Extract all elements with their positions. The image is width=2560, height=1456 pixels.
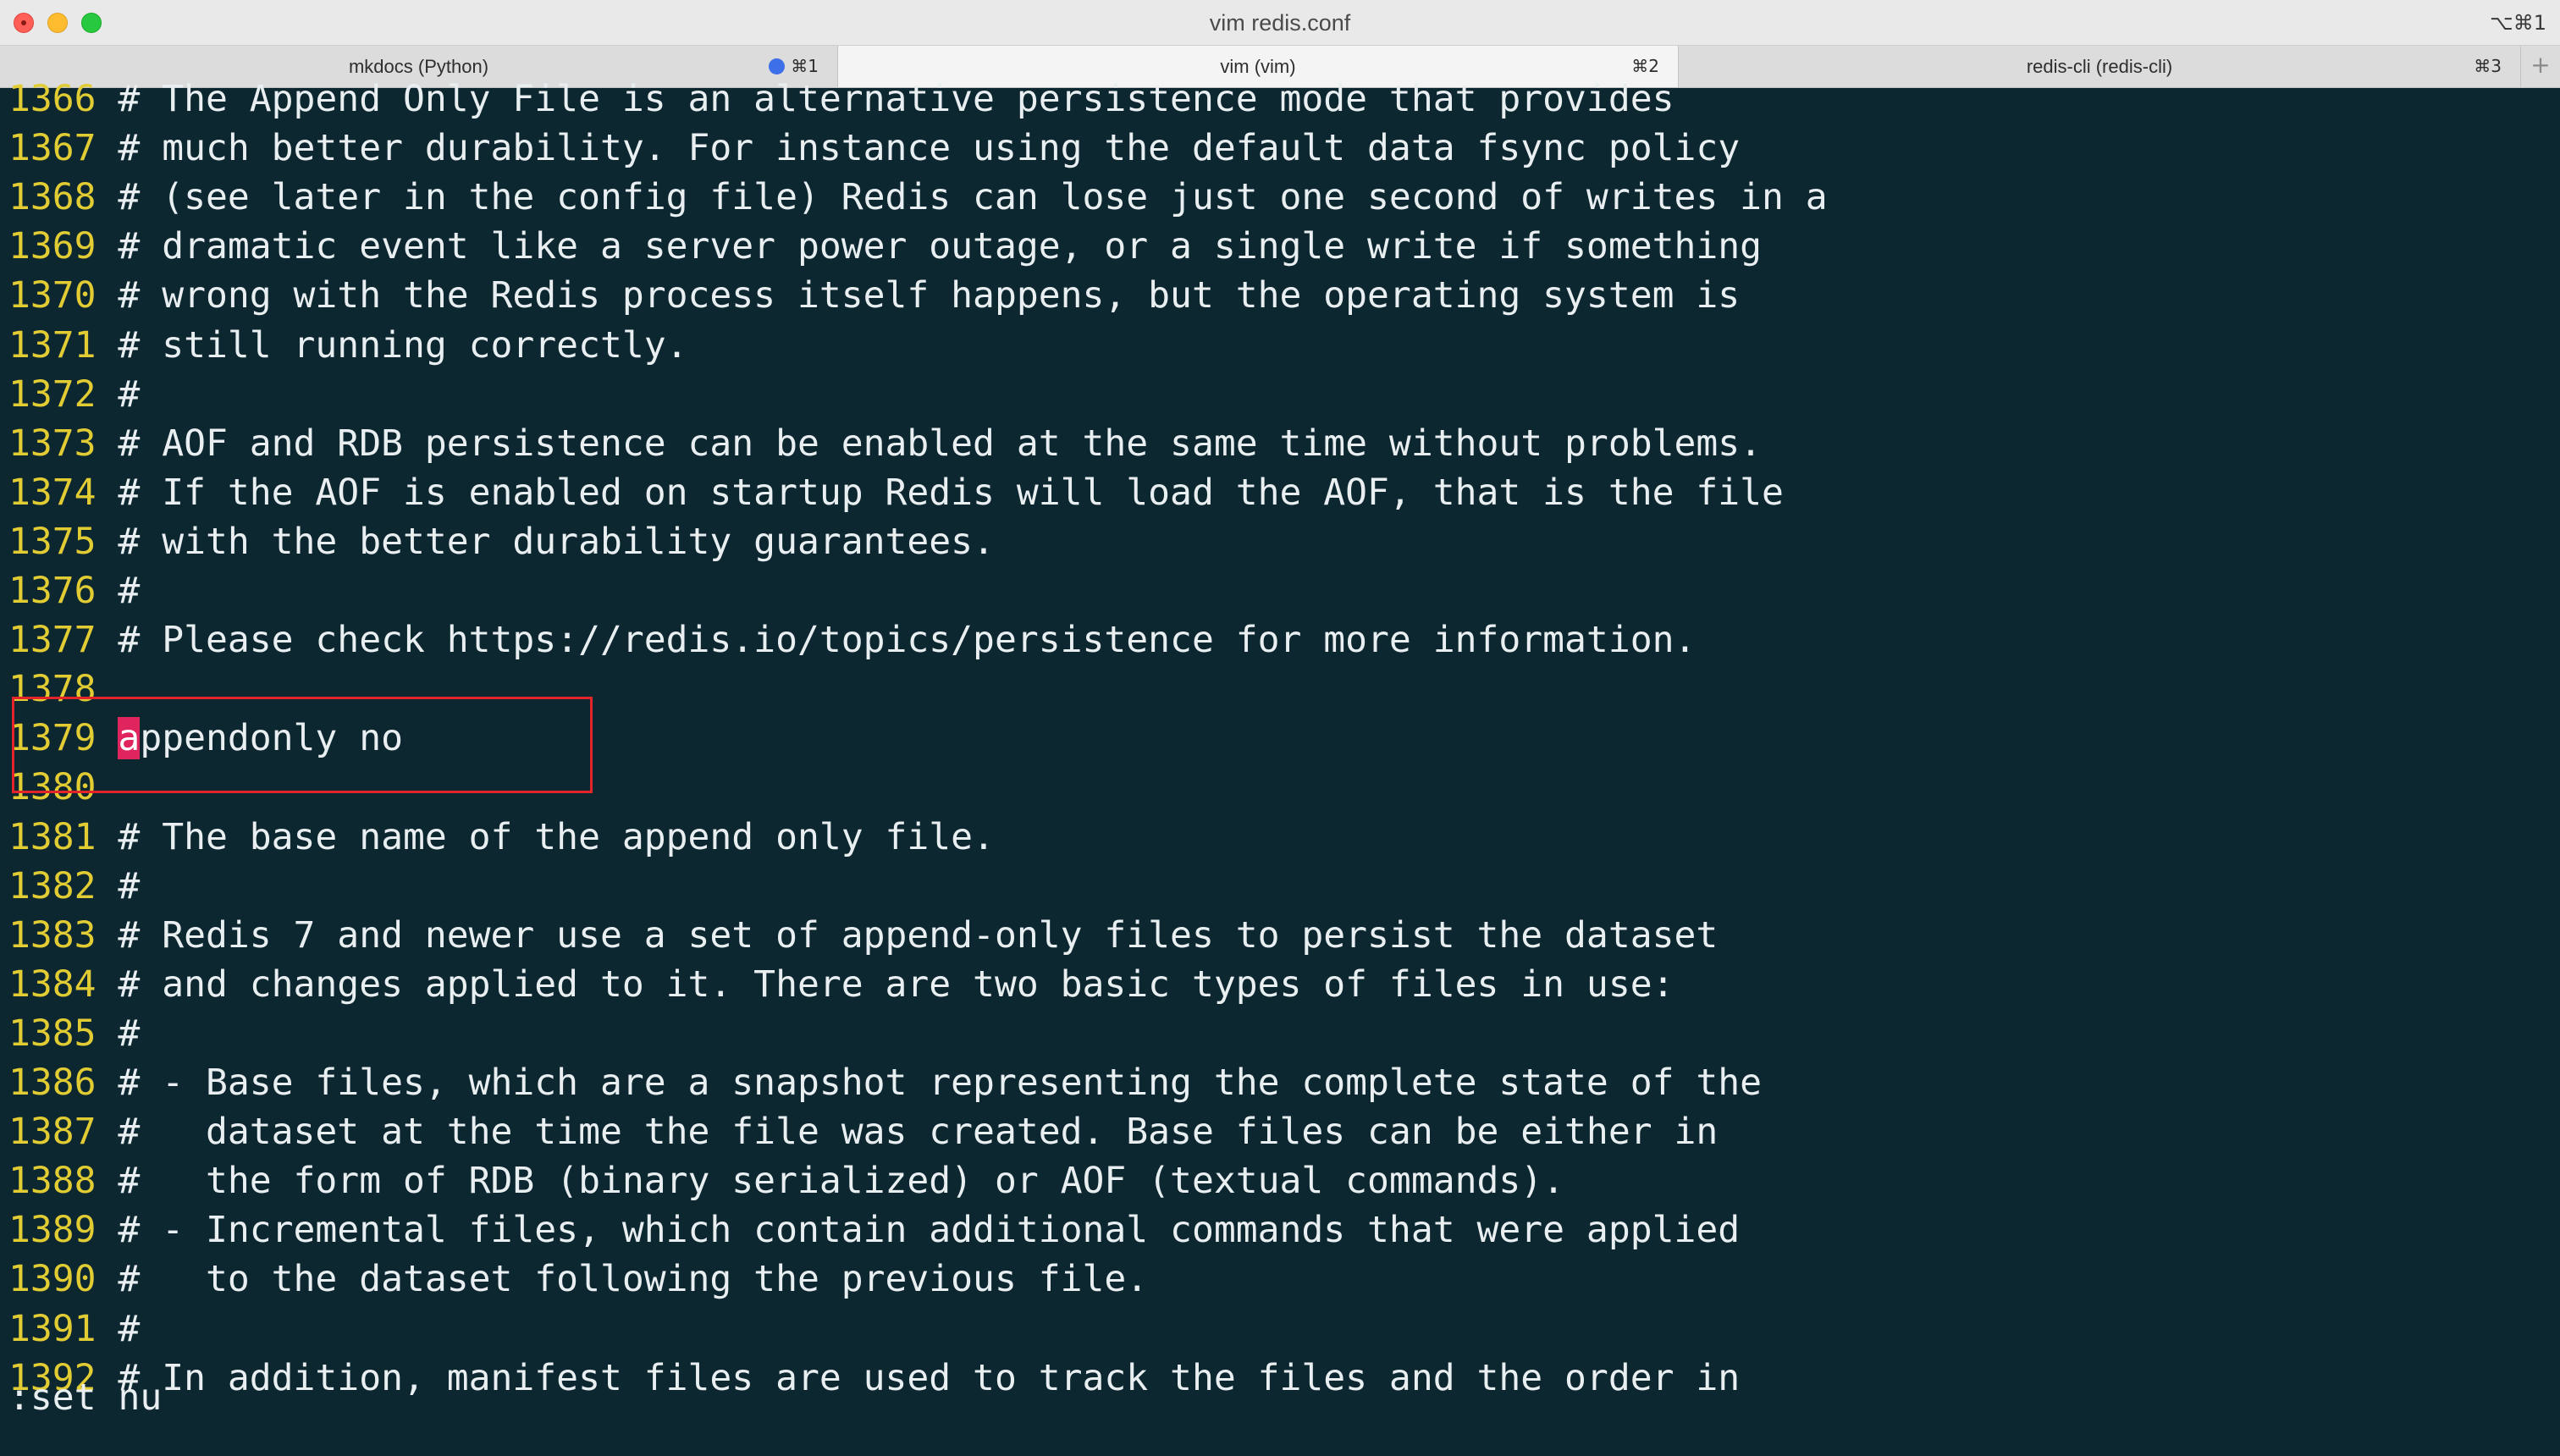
line-text: # The base name of the append only file.	[118, 815, 995, 858]
line-number: 1384	[8, 962, 97, 1006]
line-text: # In addition, manifest files are used t…	[118, 1356, 1741, 1399]
line-number: 1380	[8, 766, 97, 809]
line-number: 1390	[8, 1258, 97, 1301]
line-text: #	[118, 570, 141, 612]
tab-redis-cli[interactable]: redis-cli (redis-cli) ⌘3	[1679, 46, 2521, 87]
editor-line[interactable]: 1366 # The Append Only File is an alterna…	[8, 75, 1674, 123]
line-number: 1371	[8, 323, 97, 367]
line-number: 1373	[8, 422, 97, 465]
line-number: 1369	[8, 225, 97, 268]
line-number: 1366	[8, 78, 97, 120]
editor-line[interactable]: 1383 # Redis 7 and newer use a set of app…	[8, 912, 1718, 959]
editor-line[interactable]: 1389 # - Incremental files, which contain…	[8, 1206, 1740, 1254]
line-text: appendonly no	[118, 717, 403, 760]
vim-command-line[interactable]: :set nu	[8, 1374, 162, 1421]
line-text: # still running correctly.	[118, 323, 688, 367]
editor-line[interactable]: 1369 # dramatic event like a server power…	[8, 223, 1762, 270]
line-text: # wrong with the Redis process itself ha…	[118, 274, 1741, 317]
line-text: #	[118, 1012, 141, 1055]
line-text: # dataset at the time the file was creat…	[118, 1111, 1719, 1154]
line-text: # and changes applied to it. There are t…	[118, 962, 1674, 1006]
line-number: 1386	[8, 1062, 97, 1104]
editor-line[interactable]: 1367 # much better durability. For instan…	[8, 124, 1740, 172]
editor-line[interactable]: 1374 # If the AOF is enabled on startup R…	[8, 469, 1784, 516]
editor-line[interactable]: 1376 #	[8, 567, 140, 615]
line-text: # much better durability. For instance u…	[118, 127, 1741, 170]
line-number: 1389	[8, 1209, 97, 1252]
editor-line[interactable]: 1372 #	[8, 371, 140, 418]
line-number: 1370	[8, 274, 97, 317]
tab-shortcut: ⌘3	[2474, 56, 2502, 76]
line-text: # The Append Only File is an alternative…	[118, 78, 1674, 120]
line-number: 1377	[8, 619, 97, 662]
line-number: 1372	[8, 372, 97, 416]
text-cursor: a	[118, 717, 141, 760]
editor-line[interactable]: 1381 # The base name of the append only f…	[8, 813, 995, 861]
editor-line[interactable]: 1380	[8, 764, 118, 811]
line-number: 1378	[8, 668, 97, 711]
activity-dot-icon	[769, 58, 785, 74]
editor-line[interactable]: 1373 # AOF and RDB persistence can be ena…	[8, 420, 1762, 467]
editor-line[interactable]: 1390 # to the dataset following the previ…	[8, 1255, 1148, 1303]
editor-line[interactable]: 1384 # and changes applied to it. There a…	[8, 961, 1674, 1008]
line-number: 1376	[8, 570, 97, 612]
line-text: #	[118, 864, 141, 907]
title-bar[interactable]: vim redis.conf ⌥⌘1	[0, 0, 2560, 46]
line-number: 1379	[8, 717, 97, 760]
line-number: 1385	[8, 1012, 97, 1055]
editor-line[interactable]: 1388 # the form of RDB (binary serialized…	[8, 1157, 1564, 1205]
editor-line[interactable]: 1375 # with the better durability guarant…	[8, 518, 995, 565]
editor-line[interactable]: 1392 # In addition, manifest files are us…	[8, 1354, 1740, 1402]
editor-line[interactable]: 1368 # (see later in the config file) Red…	[8, 174, 1828, 221]
line-text: # Please check https://redis.io/topics/p…	[118, 619, 1697, 662]
line-text: #	[118, 372, 141, 416]
editor-line[interactable]: 1386 # - Base files, which are a snapshot…	[8, 1059, 1762, 1106]
line-number: 1383	[8, 913, 97, 957]
editor-line[interactable]: 1378	[8, 665, 118, 713]
terminal-content[interactable]: 1366 # The Append Only File is an alterna…	[0, 78, 2560, 1456]
line-text: #	[118, 1307, 141, 1350]
new-tab-button[interactable]: +	[2521, 46, 2560, 87]
editor-line[interactable]: 1371 # still running correctly.	[8, 322, 688, 369]
line-number: 1388	[8, 1160, 97, 1203]
line-text: # Redis 7 and newer use a set of append-…	[118, 913, 1719, 957]
line-number: 1368	[8, 176, 97, 219]
line-number: 1391	[8, 1307, 97, 1350]
line-text: # to the dataset following the previous …	[118, 1258, 1149, 1301]
line-text: # AOF and RDB persistence can be enabled…	[118, 422, 1763, 465]
line-number: 1367	[8, 127, 97, 170]
window-shortcut: ⌥⌘1	[2490, 11, 2546, 35]
line-number: 1387	[8, 1111, 97, 1154]
editor-line[interactable]: 1379 appendonly no	[8, 714, 403, 762]
text-after-cursor: ppendonly no	[140, 717, 403, 760]
terminal-window: vim redis.conf ⌥⌘1 mkdocs (Python) ⌘1 vi…	[0, 0, 2560, 1456]
editor-line[interactable]: 1377 # Please check https://redis.io/topi…	[8, 616, 1696, 664]
line-number: 1374	[8, 471, 97, 514]
editor-line[interactable]: 1385 #	[8, 1010, 140, 1057]
line-text: # dramatic event like a server power out…	[118, 225, 1763, 268]
editor-line[interactable]: 1391 #	[8, 1305, 140, 1353]
line-number: 1375	[8, 520, 97, 563]
line-text: # the form of RDB (binary serialized) or…	[118, 1160, 1565, 1203]
editor-line[interactable]: 1370 # wrong with the Redis process itsel…	[8, 272, 1740, 319]
line-text: # - Base files, which are a snapshot rep…	[118, 1062, 1763, 1104]
line-text: # If the AOF is enabled on startup Redis…	[118, 471, 1784, 514]
editor-line[interactable]: 1387 # dataset at the time the file was c…	[8, 1108, 1718, 1155]
line-number: 1382	[8, 864, 97, 907]
line-text: # with the better durability guarantees.	[118, 520, 995, 563]
editor-line[interactable]: 1382 #	[8, 863, 140, 910]
line-text: # (see later in the config file) Redis c…	[118, 176, 1828, 219]
line-number: 1381	[8, 815, 97, 858]
tab-label: redis-cli (redis-cli)	[2026, 56, 2173, 77]
line-text: # - Incremental files, which contain add…	[118, 1209, 1741, 1252]
window-title: vim redis.conf	[1209, 10, 1351, 36]
